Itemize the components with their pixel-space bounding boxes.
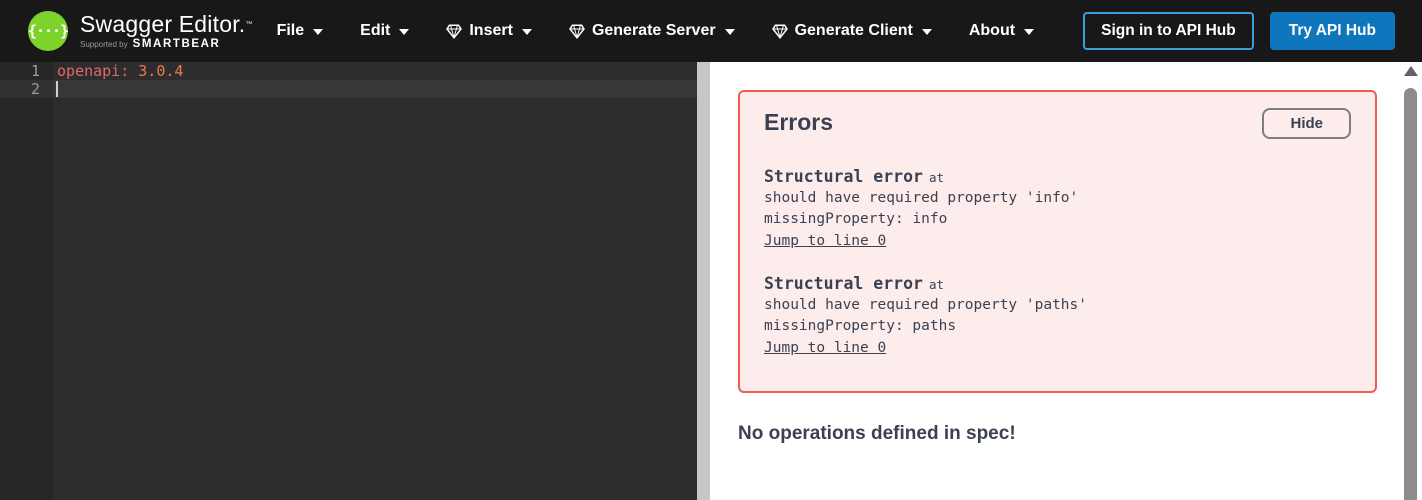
sign-in-to-api-hub-button[interactable]: Sign in to API Hub xyxy=(1083,12,1254,50)
errors-panel: Errors Hide Structural error at should ha… xyxy=(738,90,1377,393)
chevron-down-icon xyxy=(313,29,324,35)
error-type: Structural error xyxy=(764,167,923,186)
trademark-mark: ™ xyxy=(245,21,253,28)
jump-to-line-link[interactable]: Jump to line 0 xyxy=(764,231,886,252)
gem-icon xyxy=(446,23,463,39)
menu-bar: File Edit Insert Generate Server Generat… xyxy=(277,22,1035,40)
try-api-hub-button[interactable]: Try API Hub xyxy=(1269,12,1395,50)
logo-text: Swagger Editor.™ Supported by SMARTBEAR xyxy=(80,11,253,51)
menu-generate-client[interactable]: Generate Client xyxy=(771,22,932,40)
error-message: should have required property 'paths' xyxy=(764,297,1088,313)
hide-errors-button[interactable]: Hide xyxy=(1262,108,1351,139)
error-message: should have required property 'info' xyxy=(764,190,1079,206)
menu-insert[interactable]: Insert xyxy=(446,22,532,40)
error-detail: missingProperty: paths xyxy=(764,318,957,334)
swagger-logo-icon: {···} xyxy=(27,11,69,51)
errors-title: Errors xyxy=(764,109,834,135)
gem-icon xyxy=(771,23,788,39)
error-at-label: at xyxy=(928,170,945,185)
chevron-down-icon xyxy=(399,29,410,35)
preview-pane: Errors Hide Structural error at should ha… xyxy=(710,62,1422,500)
menu-edit[interactable]: Edit xyxy=(360,22,410,40)
menu-file[interactable]: File xyxy=(277,22,324,40)
scroll-up-arrow-icon[interactable] xyxy=(1404,66,1418,76)
chevron-down-icon xyxy=(921,29,932,35)
text-cursor xyxy=(56,81,58,97)
brand-name: Swagger Editor.™ xyxy=(80,11,253,37)
menu-generate-server[interactable]: Generate Server xyxy=(569,22,735,40)
chevron-down-icon xyxy=(724,29,735,35)
scrollbar-thumb[interactable] xyxy=(1404,88,1417,500)
gem-icon xyxy=(569,23,585,39)
editor-line-2[interactable]: 2 xyxy=(0,80,697,98)
supported-by-label: Supported by xyxy=(80,40,128,49)
sponsor-line: Supported by SMARTBEAR xyxy=(80,38,253,50)
code-line-1: openapi: 3.0.4 xyxy=(57,62,183,80)
logo-braces: {···} xyxy=(27,22,69,40)
no-operations-message: No operations defined in spec! xyxy=(738,423,1016,444)
code-editor[interactable]: 1 openapi: 3.0.4 2 xyxy=(0,62,697,500)
error-item: Structural error at should have required … xyxy=(764,273,1351,359)
smartbear-logo-text: SMARTBEAR xyxy=(132,38,221,50)
yaml-colon: : xyxy=(120,62,130,80)
error-type: Structural error xyxy=(764,274,923,293)
errors-header: Errors Hide xyxy=(764,108,1351,139)
line-number: 1 xyxy=(30,62,40,80)
line-number: 2 xyxy=(30,80,40,98)
error-at-label: at xyxy=(928,277,945,292)
error-item: Structural error at should have required … xyxy=(764,166,1351,252)
navbar-buttons: Sign in to API Hub Try API Hub xyxy=(1083,12,1395,50)
yaml-key: openapi xyxy=(57,62,121,80)
chevron-down-icon xyxy=(1024,29,1035,35)
menu-about[interactable]: About xyxy=(969,22,1035,40)
split-pane-divider[interactable] xyxy=(697,62,710,500)
error-type-line: Structural error at xyxy=(764,166,1351,188)
error-type-line: Structural error at xyxy=(764,273,1351,295)
jump-to-line-link[interactable]: Jump to line 0 xyxy=(764,338,886,359)
swagger-editor-logo[interactable]: {···} Swagger Editor.™ Supported by SMAR… xyxy=(28,11,253,51)
yaml-value: 3.0.4 xyxy=(129,62,184,80)
error-detail: missingProperty: info xyxy=(764,211,948,227)
editor-gutter xyxy=(0,62,53,500)
top-navbar: {···} Swagger Editor.™ Supported by SMAR… xyxy=(0,0,1422,62)
editor-line-1[interactable]: 1 openapi: 3.0.4 xyxy=(0,62,697,80)
chevron-down-icon xyxy=(521,29,532,35)
